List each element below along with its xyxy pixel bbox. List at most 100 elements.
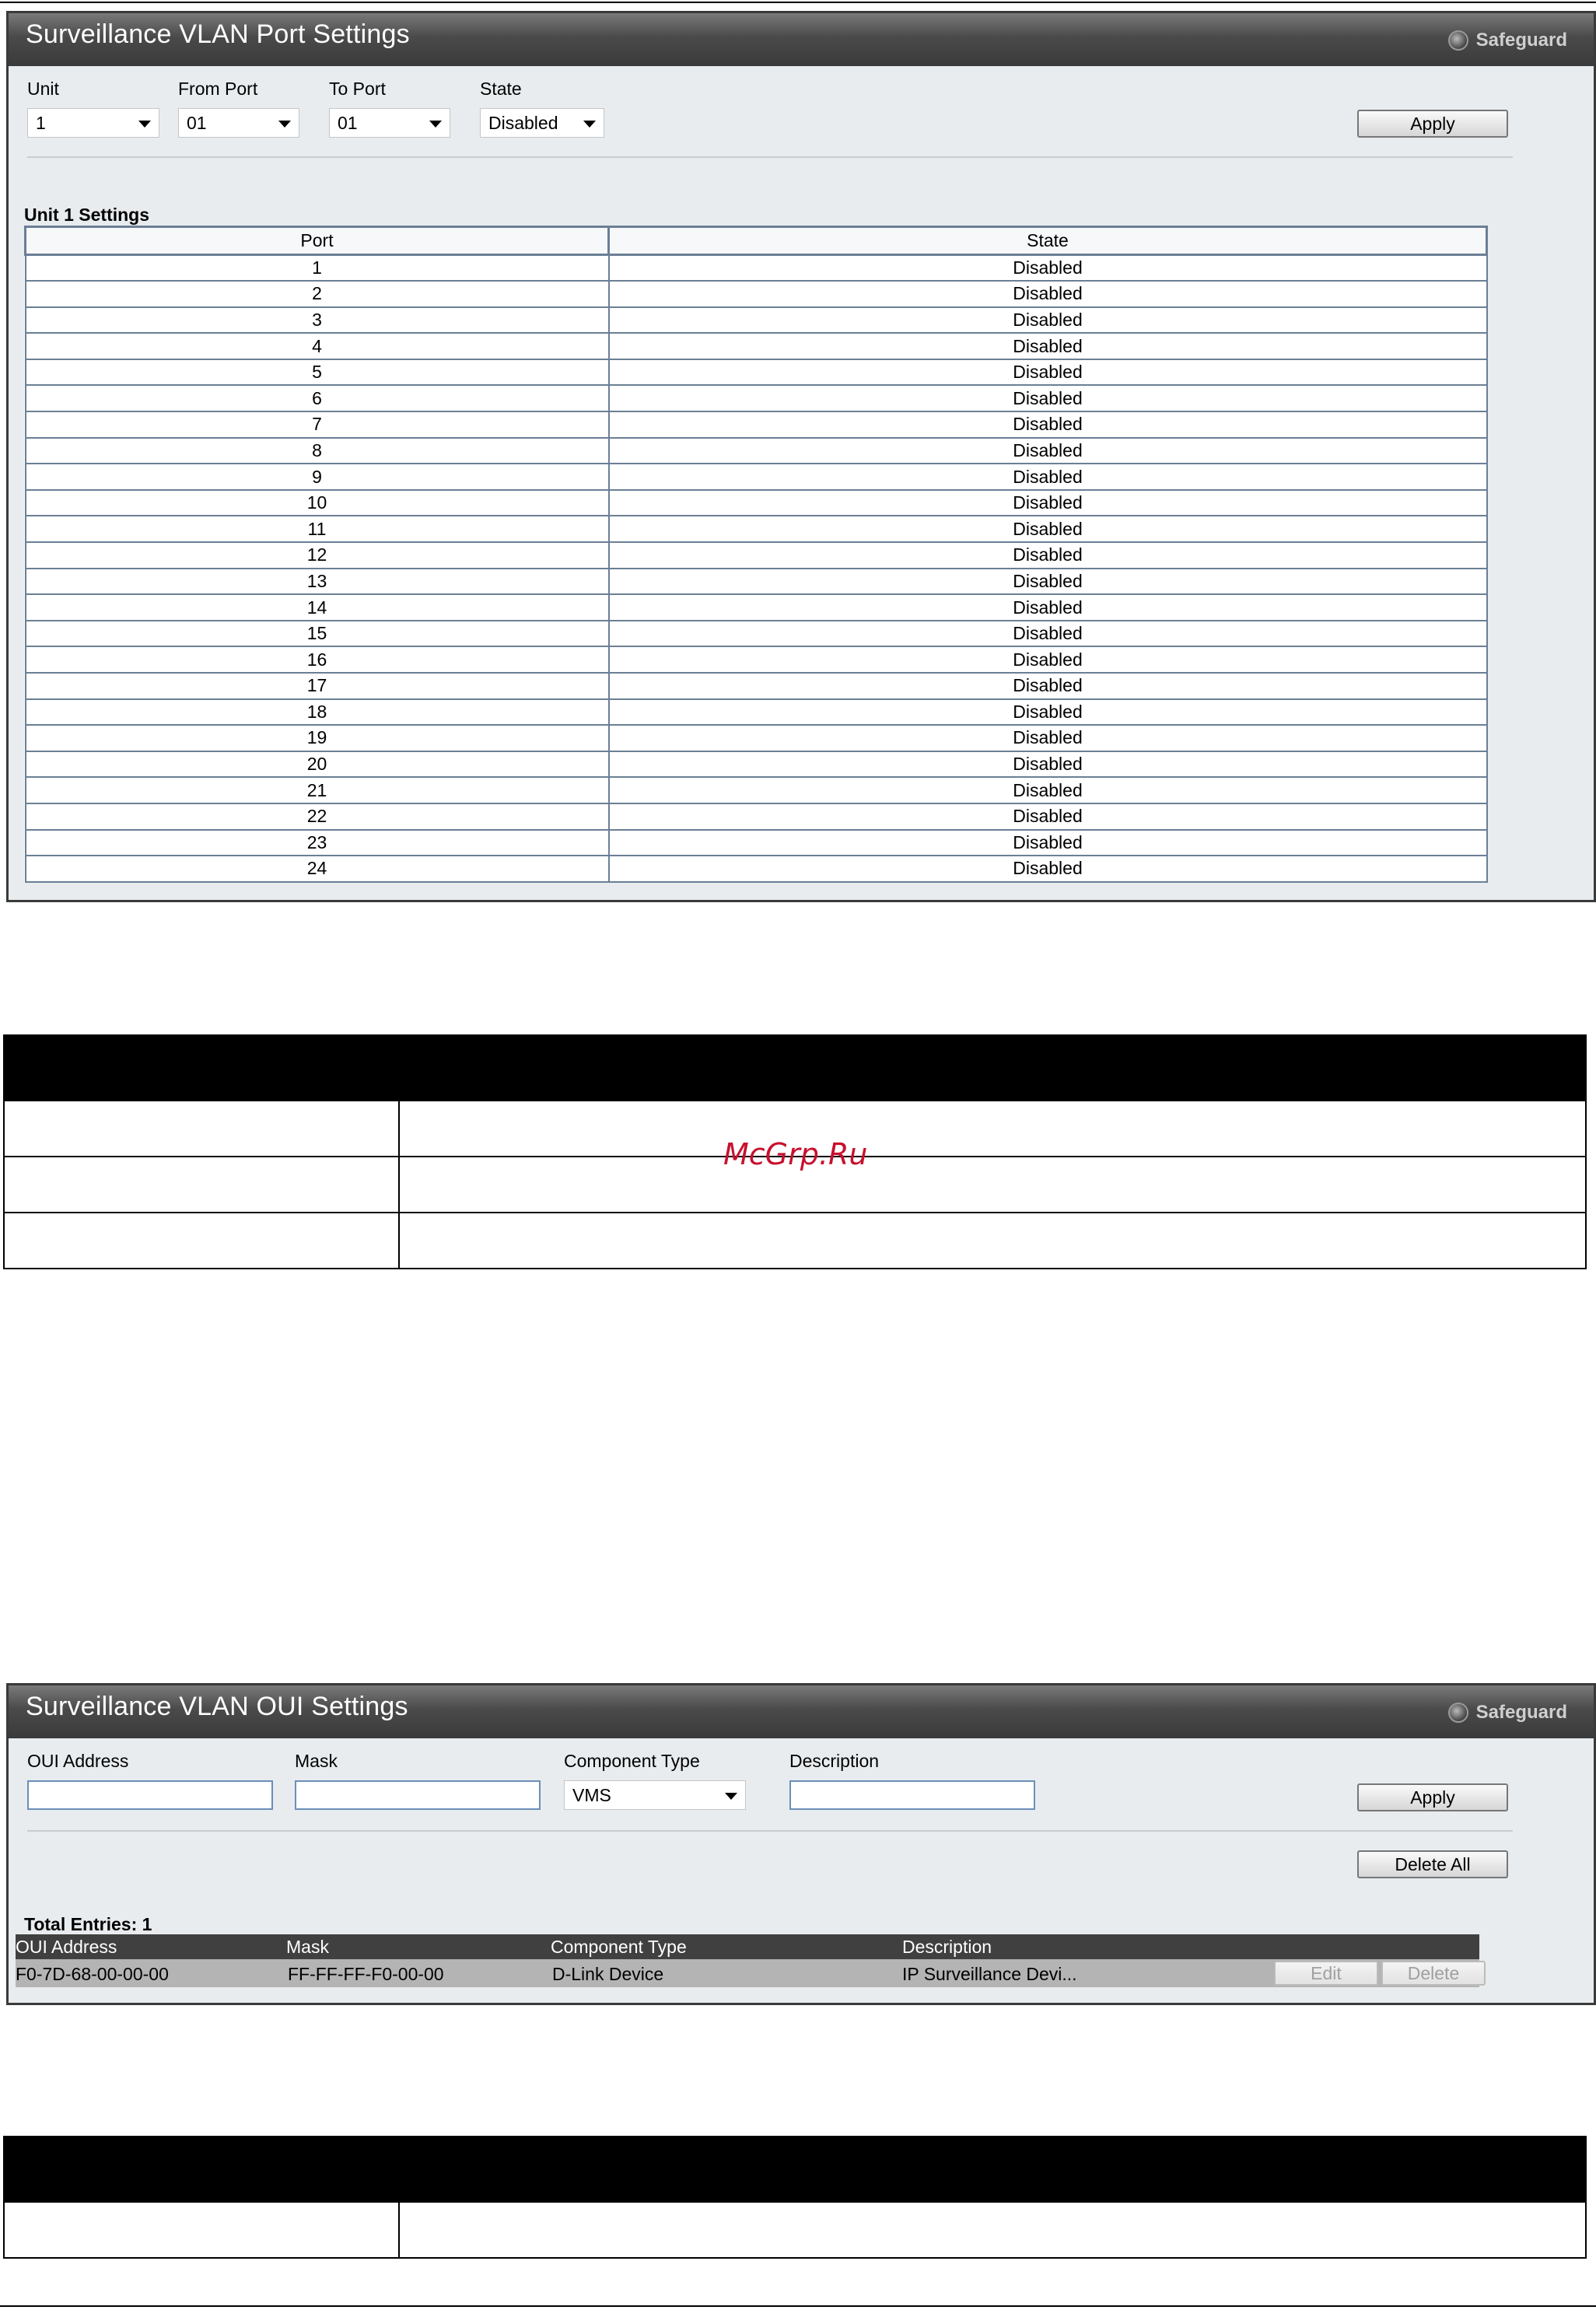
delete-all-button[interactable]: Delete All — [1357, 1850, 1508, 1878]
port-cell: 7 — [24, 411, 610, 439]
panel-title: Surveillance VLAN OUI Settings — [26, 1692, 408, 1721]
table-row: 23 Disabled — [24, 829, 1488, 857]
port-cell: 13 — [24, 568, 610, 596]
unit-select-value: 1 — [36, 112, 46, 133]
chevron-down-icon — [429, 121, 442, 128]
table-row: 4 Disabled — [24, 333, 1488, 360]
safeguard-label: Safeguard — [1475, 1702, 1567, 1723]
apply-button[interactable]: Apply — [1357, 110, 1508, 138]
table-row: 21 Disabled — [24, 777, 1488, 804]
state-cell: Disabled — [607, 385, 1488, 413]
total-entries: Total Entries: 1 — [24, 1914, 152, 1934]
port-cell: 23 — [24, 829, 610, 857]
table-row: 11 Disabled — [24, 516, 1488, 544]
unit-select[interactable]: 1 — [27, 108, 159, 138]
port-cell: 12 — [24, 542, 610, 569]
table-row: 14 Disabled — [24, 594, 1488, 621]
state-cell: Disabled — [607, 646, 1488, 674]
table-row: 17 Disabled — [24, 673, 1488, 700]
port-cell: 11 — [24, 516, 610, 544]
oui-address-input[interactable] — [27, 1780, 273, 1810]
table-header-row — [3, 2136, 1587, 2203]
port-cell: 1 — [24, 254, 610, 282]
table-row: 3 Disabled — [24, 306, 1488, 334]
panel-title: Surveillance VLAN Port Settings — [26, 19, 410, 49]
oui-address-label: OUI Address — [27, 1751, 129, 1771]
apply-button[interactable]: Apply — [1357, 1783, 1508, 1811]
mask-input[interactable] — [295, 1780, 541, 1810]
table-row: 24 Disabled — [24, 856, 1488, 883]
state-cell: Disabled — [607, 620, 1488, 648]
component-type-select-value: VMS — [572, 1784, 611, 1805]
state-cell: Disabled — [607, 411, 1488, 439]
table-row: 9 Disabled — [24, 464, 1488, 491]
component-type-cell: D-Link Device — [552, 1964, 664, 1984]
delete-button[interactable]: Delete — [1381, 1961, 1486, 1986]
table-row: 2 Disabled — [24, 281, 1488, 308]
from-port-select-value: 01 — [187, 112, 207, 133]
state-cell: Disabled — [607, 777, 1488, 804]
component-type-column-header: Component Type — [551, 1937, 687, 1957]
state-cell: Disabled — [607, 725, 1488, 752]
port-cell: 18 — [24, 698, 610, 726]
description-input[interactable] — [789, 1780, 1035, 1810]
port-cell: 24 — [24, 856, 610, 883]
port-cell: 3 — [24, 306, 610, 334]
state-cell: Disabled — [607, 803, 1488, 831]
to-port-select[interactable]: 01 — [329, 108, 450, 138]
watermark: McGrp.Ru — [723, 1137, 868, 1171]
chevron-down-icon — [278, 121, 291, 128]
table-row: 5 Disabled — [24, 359, 1488, 387]
state-cell: Disabled — [607, 281, 1488, 308]
table-header-row: Port State — [24, 226, 1488, 256]
table-row — [3, 1212, 1587, 1269]
description-column-header: Description — [902, 1937, 992, 1957]
description-label: Description — [789, 1751, 880, 1771]
safeguard-icon — [1447, 30, 1468, 51]
state-cell: Disabled — [607, 254, 1488, 282]
state-cell: Disabled — [607, 856, 1488, 883]
to-port-label: To Port — [329, 79, 386, 99]
from-port-select[interactable]: 01 — [178, 108, 299, 138]
table-row: 18 Disabled — [24, 698, 1488, 726]
state-cell: Disabled — [607, 829, 1488, 857]
port-state-table: Port State 1 Disabled 2 Disabled 3 Disabled 4 D… — [24, 226, 1488, 883]
state-cell: Disabled — [607, 751, 1488, 779]
edit-button[interactable]: Edit — [1274, 1961, 1378, 1986]
port-cell: 2 — [24, 281, 610, 308]
mask-label: Mask — [295, 1751, 338, 1771]
port-cell: 9 — [24, 464, 610, 491]
safeguard-label: Safeguard — [1475, 30, 1567, 51]
table-row — [3, 2201, 1587, 2259]
state-cell: Disabled — [607, 516, 1488, 544]
unit-label: Unit — [27, 79, 59, 99]
panel-title-bar: Surveillance VLAN OUI Settings Safeguard — [9, 1685, 1594, 1738]
state-cell: Disabled — [607, 594, 1488, 621]
state-cell: Disabled — [607, 437, 1488, 465]
state-cell: Disabled — [607, 464, 1488, 491]
table-row: 8 Disabled — [24, 437, 1488, 465]
port-cell: 10 — [24, 489, 610, 517]
port-cell: 4 — [24, 333, 610, 360]
state-cell: Disabled — [607, 306, 1488, 334]
table-row: 7 Disabled — [24, 411, 1488, 439]
oui-address-cell: F0-7D-68-00-00-00 — [16, 1964, 169, 1984]
table-row: 22 Disabled — [24, 803, 1488, 831]
table-row: 19 Disabled — [24, 725, 1488, 752]
state-select[interactable]: Disabled — [480, 108, 604, 138]
unit-settings-heading: Unit 1 Settings — [24, 205, 150, 225]
surveillance-vlan-port-settings-panel: Surveillance VLAN Port Settings Safeguar… — [6, 11, 1596, 902]
component-type-select[interactable]: VMS — [564, 1780, 746, 1810]
port-cell: 15 — [24, 620, 610, 648]
state-cell: Disabled — [607, 568, 1488, 596]
table-row: 10 Disabled — [24, 489, 1488, 517]
mask-cell: FF-FF-FF-F0-00-00 — [288, 1964, 444, 1984]
panel-title-bar: Surveillance VLAN Port Settings Safeguar… — [9, 13, 1594, 66]
port-cell: 19 — [24, 725, 610, 752]
state-select-value: Disabled — [488, 112, 558, 133]
table-row: 1 Disabled — [24, 254, 1488, 282]
safeguard-icon — [1447, 1703, 1468, 1723]
port-cell: 8 — [24, 437, 610, 465]
state-cell: Disabled — [607, 673, 1488, 700]
from-port-label: From Port — [178, 79, 258, 99]
